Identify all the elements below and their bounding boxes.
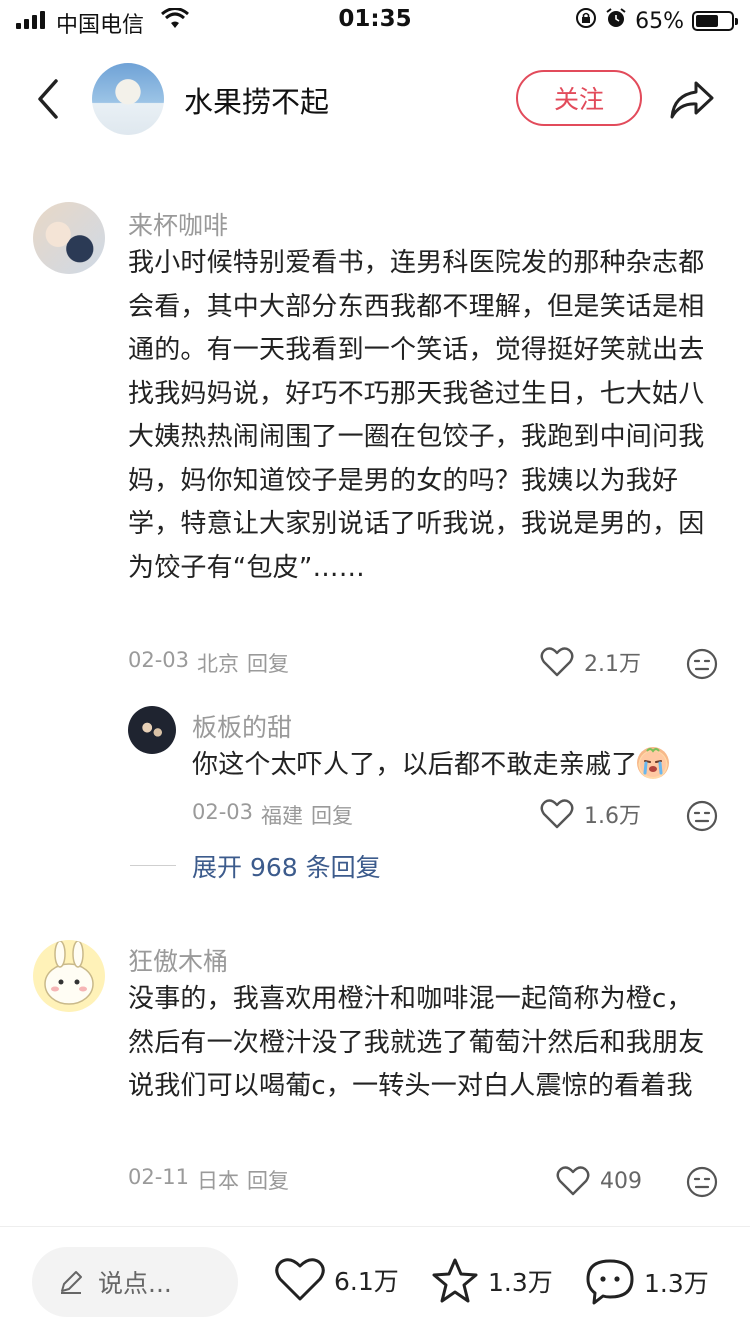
dislike-face-icon [686,648,718,680]
dislike-button[interactable] [686,1166,718,1198]
reply-text: 你这个太吓人了，以后都不敢走亲戚了 [192,750,638,780]
like-count: 409 [600,1168,642,1194]
comment-date: 02-03 [192,800,254,824]
reply-button[interactable]: 回复 [311,800,353,830]
chat-bubble-icon [586,1259,634,1305]
dislike-face-icon [686,800,718,832]
heart-icon [556,1166,590,1196]
pencil-icon [61,1271,82,1294]
comment-input-placeholder: 说点... [98,1269,172,1298]
comment-count: 1.3万 [644,1269,709,1298]
comment-location: 北京 [197,652,240,676]
expand-replies-button[interactable]: 展开 968 条回复 [192,848,381,884]
post-like-count: 6.1万 [334,1267,399,1296]
reply-button[interactable]: 回复 [247,1165,289,1195]
crying-emoji-icon [637,747,670,779]
comment-input[interactable]: 说点... [32,1247,238,1317]
commenter-avatar[interactable] [33,940,105,1012]
comment-text: 没事的，我喜欢用橙汁和咖啡混一起简称为橙c，然后有一次橙汁没了我就选了葡萄汁然后… [128,984,705,1101]
like-count: 1.6万 [584,804,641,829]
comment-location: 福建 [261,804,304,828]
commenter-name[interactable]: 板板的甜 [192,708,292,744]
bottom-action-bar: 说点... 6.1万 1.3万 1.3万 [0,1226,750,1334]
battery-percent: 65% [635,8,684,34]
dislike-button[interactable] [686,648,718,680]
comment-date: 02-03 [128,648,190,672]
expand-divider [130,865,176,866]
top-nav: 水果捞不起 关注 [0,55,750,145]
comment-meta: 02-11 日本 回复 [128,1165,289,1195]
like-count: 2.1万 [584,652,641,677]
author-avatar[interactable] [92,63,164,135]
like-button[interactable]: 2.1万 [540,646,641,678]
lock-rotation-icon [575,7,597,35]
heart-icon [540,799,574,829]
dislike-button[interactable] [686,800,718,832]
comment-meta: 02-03 北京 回复 [128,648,289,678]
like-button[interactable]: 1.6万 [540,798,641,830]
comment-date: 02-11 [128,1165,190,1189]
star-icon [432,1258,478,1303]
commenter-name[interactable]: 来杯咖啡 [128,206,228,242]
reply-button[interactable]: 回复 [247,648,289,678]
back-icon [38,79,58,119]
favorite-count: 1.3万 [488,1268,553,1297]
author-name[interactable]: 水果捞不起 [184,79,329,121]
commenter-name[interactable]: 狂傲木桶 [128,942,228,978]
comment-meta: 02-03 福建 回复 [192,800,353,830]
status-bar: 中国电信 01:35 65% [0,0,750,40]
comment-location: 日本 [197,1169,240,1193]
alarm-icon [605,7,627,35]
comment-text: 你这个太吓人了，以后都不敢走亲戚了 [192,744,732,788]
heart-icon [540,647,574,677]
commenter-avatar[interactable] [128,706,176,754]
back-button[interactable] [30,77,70,121]
dislike-face-icon [686,1166,718,1198]
commenter-avatar[interactable] [33,202,105,274]
comments-button[interactable]: 1.3万 [584,1257,709,1307]
follow-button[interactable]: 关注 [516,70,642,126]
like-button[interactable]: 409 [556,1166,642,1196]
heart-icon [275,1258,325,1301]
share-icon [670,81,714,119]
favorite-button[interactable]: 1.3万 [430,1257,553,1305]
post-like-button[interactable]: 6.1万 [274,1257,399,1303]
share-button[interactable] [668,77,716,121]
battery-icon [692,11,738,31]
comment-text: 我小时候特别爱看书，连男科医院发的那种杂志都会看，其中大部分东西我都不理解，但是… [128,248,705,583]
